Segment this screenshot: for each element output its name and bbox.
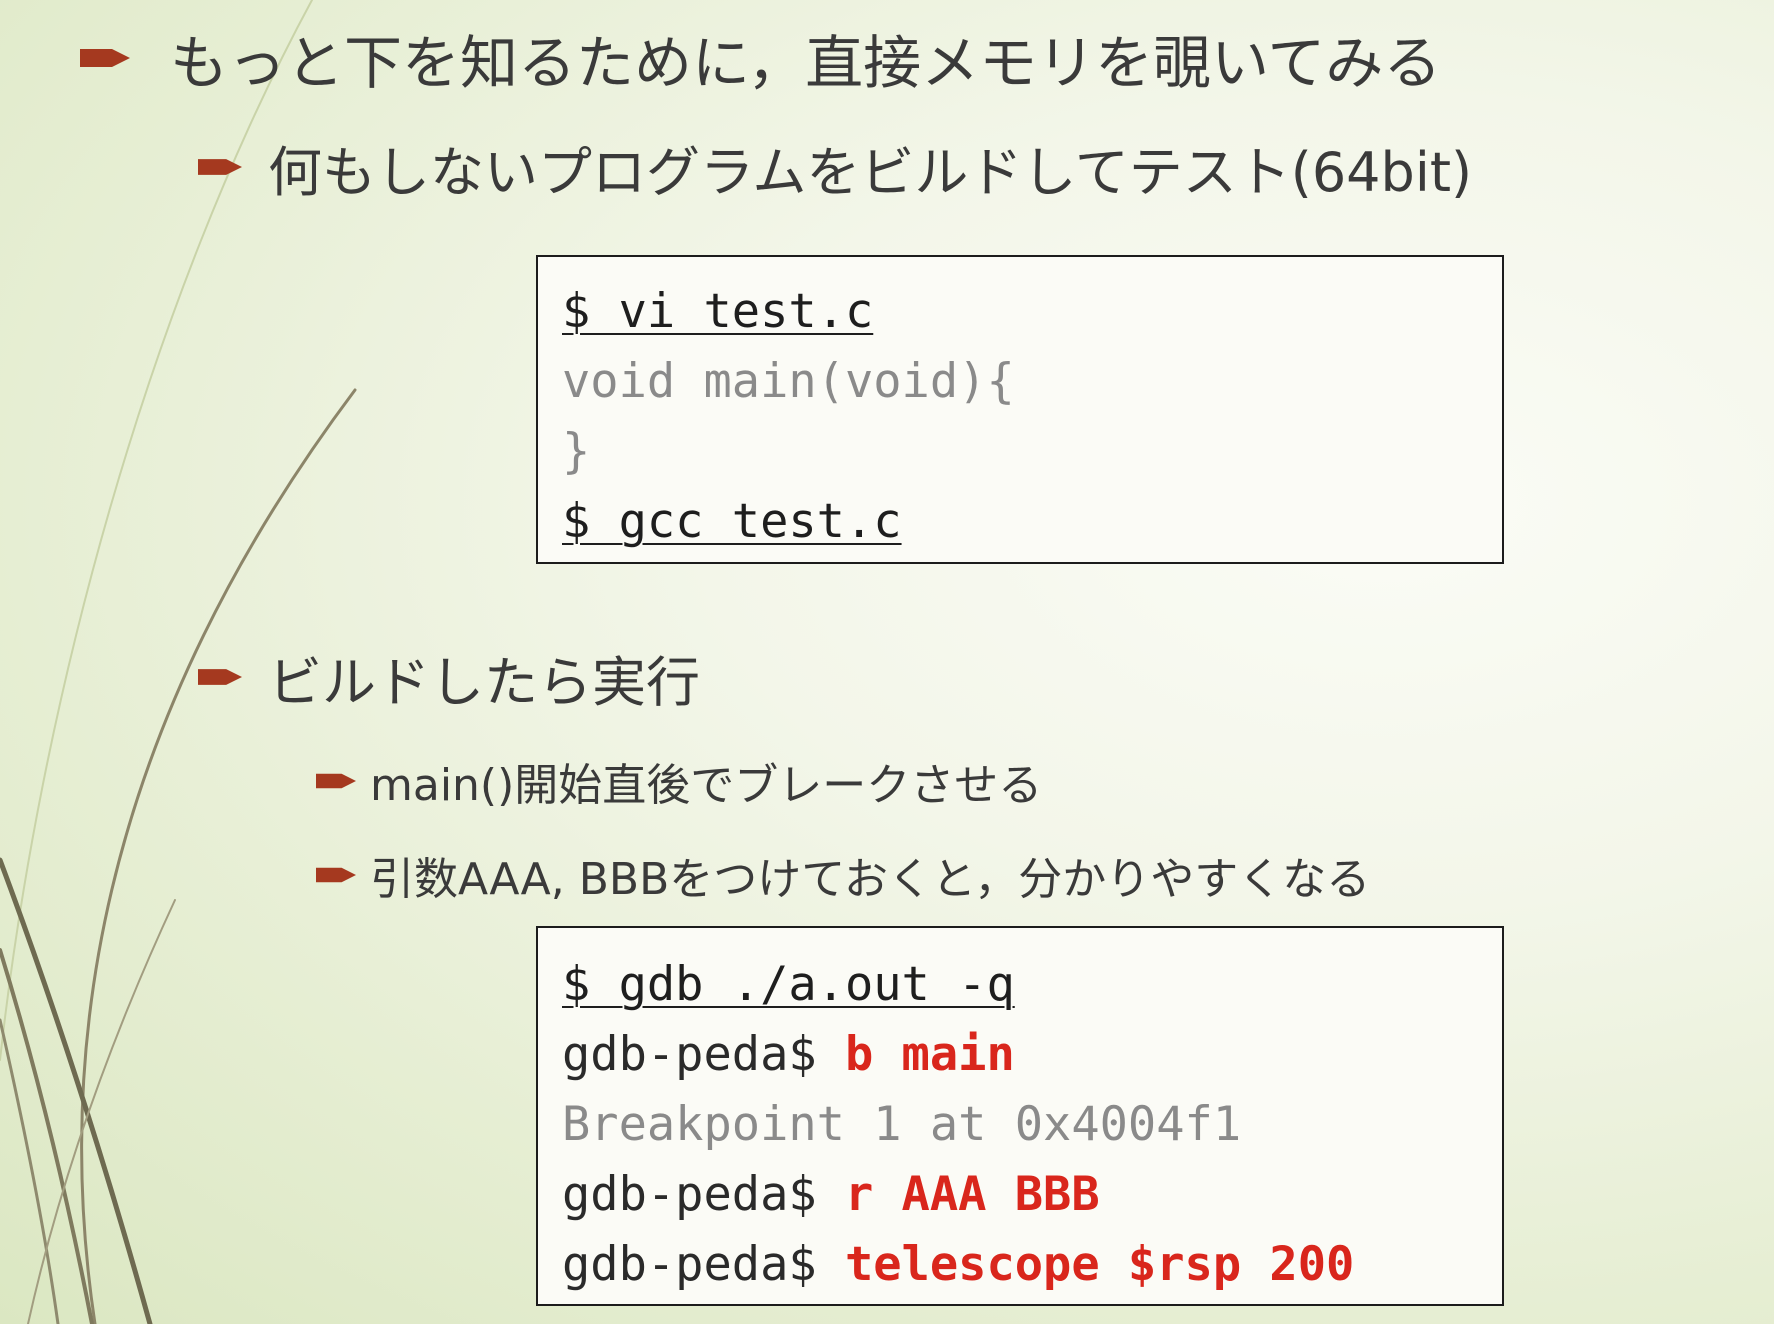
bullet-break-text: main()開始直後でブレークさせる (370, 760, 1043, 811)
code-line-main-decl: void main(void){ (562, 354, 1015, 409)
bullet-build: 何もしないプログラムをビルドしてテスト(64bit) (198, 128, 1472, 206)
arrow-bullet-icon (316, 773, 356, 789)
code-block-build: $ vi test.c void main(void){ } $ gcc tes… (536, 255, 1504, 564)
bullet-main-text: もっと下を知るために，直接メモリを覗いてみる (170, 29, 1442, 97)
code-line-telescope-cmd: gdb-peda$ telescope $rsp 200 (562, 1230, 1502, 1300)
bullet-run: ビルドしたら実行 (198, 638, 700, 716)
gdb-prompt: gdb-peda$ (562, 1237, 845, 1292)
code-line-run-cmd: gdb-peda$ r AAA BBB (562, 1160, 1502, 1230)
code-block-gdb: $ gdb ./a.out -q gdb-peda$ b main Breakp… (536, 926, 1504, 1306)
bullet-main: もっと下を知るために，直接メモリを覗いてみる (80, 18, 1441, 98)
gdb-prompt: gdb-peda$ (562, 1167, 845, 1222)
bullet-break: main()開始直後でブレークさせる (316, 748, 1042, 814)
code-line-breakpoint-result: Breakpoint 1 at 0x4004f1 (562, 1097, 1242, 1152)
code-line-break-cmd: gdb-peda$ b main (562, 1020, 1502, 1090)
code-line-gdb: $ gdb ./a.out -q (562, 957, 1015, 1012)
arrow-bullet-icon (198, 159, 242, 175)
bullet-args-text: 引数AAA, BBBをつけておくと，分かりやすくなる (370, 854, 1371, 905)
arrow-bullet-icon (316, 867, 356, 883)
arrow-bullet-icon (80, 49, 130, 67)
code-line-vi: $ vi test.c (562, 284, 874, 339)
gdb-command-telescope: telescope $rsp 200 (844, 1237, 1355, 1292)
gdb-prompt: gdb-peda$ (562, 1027, 845, 1082)
code-line-gcc: $ gcc test.c (562, 494, 902, 549)
arrow-bullet-icon (198, 669, 242, 685)
bullet-build-text: 何もしないプログラムをビルドしてテスト(64bit) (268, 140, 1473, 204)
gdb-command-run: r AAA BBB (844, 1167, 1100, 1222)
bullet-run-text: ビルドしたら実行 (268, 650, 700, 714)
code-line-close-brace: } (562, 424, 591, 479)
gdb-command-break: b main (844, 1027, 1015, 1082)
bullet-args: 引数AAA, BBBをつけておくと，分かりやすくなる (316, 842, 1370, 908)
